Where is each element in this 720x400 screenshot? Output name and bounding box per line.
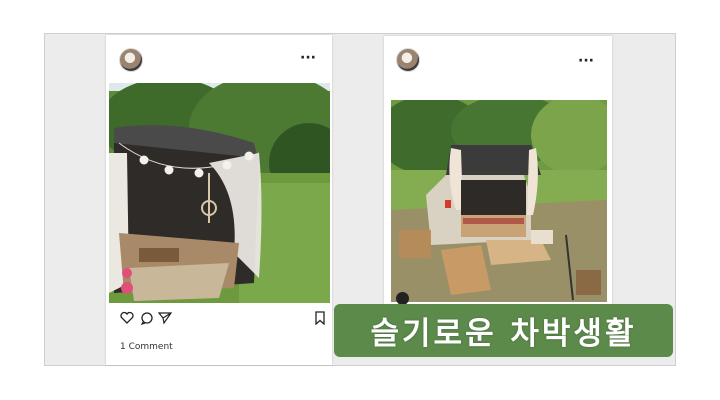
bookmark-icon[interactable]: [314, 311, 326, 325]
comment-icon[interactable]: [140, 311, 154, 325]
avatar[interactable]: [396, 48, 420, 72]
instagram-post-left: ··· 1 Comment: [106, 35, 332, 365]
avatar[interactable]: [119, 48, 143, 72]
heart-icon[interactable]: [120, 311, 134, 325]
post-actions: [120, 311, 325, 327]
more-horizontal-icon[interactable]: ···: [300, 51, 316, 65]
caption-banner: 슬기로운 차박생활: [334, 304, 673, 357]
post-photo-suv-camping: [391, 100, 607, 302]
more-horizontal-icon[interactable]: ···: [578, 54, 594, 68]
share-icon[interactable]: [158, 311, 172, 325]
post-photo-car-tent: [109, 83, 330, 303]
instagram-post-right: ···: [384, 36, 612, 309]
comment-count[interactable]: 1 Comment: [120, 342, 173, 352]
